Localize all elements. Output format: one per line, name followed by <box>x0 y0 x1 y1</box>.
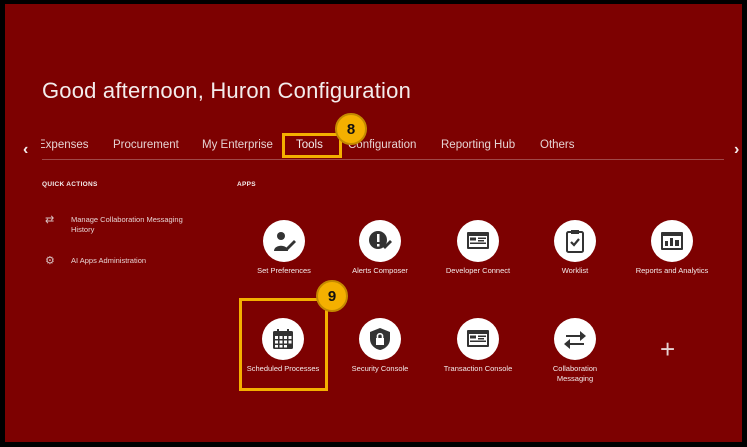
app-label: Worklist <box>561 266 589 275</box>
springboard: Good afternoon, Huron Configuration ‹ › … <box>5 4 742 442</box>
scheduled-processes-highlight-box <box>239 298 328 391</box>
app-reports-analytics[interactable]: Reports and Analytics <box>632 220 712 276</box>
app-transaction-console[interactable]: Transaction Console <box>438 318 518 374</box>
app-label: Set Preferences <box>257 266 311 275</box>
app-label: Transaction Console <box>443 364 513 373</box>
apps-title: APPS <box>237 181 256 188</box>
tab-others[interactable]: Others <box>540 139 575 151</box>
app-collaboration-messaging[interactable]: Collaboration Messaging <box>535 318 615 384</box>
tab-my-enterprise[interactable]: My Enterprise <box>202 139 273 151</box>
arrows-swap-icon <box>554 318 596 360</box>
step-callout-8: 8 <box>335 113 367 145</box>
tab-reporting-hub[interactable]: Reporting Hub <box>441 139 515 151</box>
alert-wrench-icon <box>359 220 401 262</box>
quick-actions-title: QUICK ACTIONS <box>42 181 98 188</box>
tab-expenses[interactable]: Expenses <box>41 139 89 151</box>
arrows-swap-icon: ⇄ <box>45 214 55 226</box>
transaction-screen-icon <box>457 318 499 360</box>
quick-action-label: AI Apps Administration <box>71 256 147 265</box>
screenshot-frame: Good afternoon, Huron Configuration ‹ › … <box>0 0 747 447</box>
greeting-heading: Good afternoon, Huron Configuration <box>42 78 412 103</box>
scroll-left-icon[interactable]: ‹ <box>23 141 28 159</box>
app-alerts-composer[interactable]: Alerts Composer <box>340 220 420 276</box>
quick-action-manage-collaboration[interactable]: ⇄ Manage Collaboration Messaging History <box>45 215 201 235</box>
app-developer-connect[interactable]: Developer Connect <box>438 220 518 276</box>
report-chart-icon <box>651 220 693 262</box>
step-callout-9: 9 <box>316 280 348 312</box>
shield-lock-icon <box>359 318 401 360</box>
quick-action-ai-apps[interactable]: ⚙ AI Apps Administration <box>45 256 146 268</box>
app-worklist[interactable]: Worklist <box>535 220 615 276</box>
app-label: Alerts Composer <box>352 266 408 275</box>
app-label: Developer Connect <box>445 266 511 275</box>
developer-screen-icon <box>457 220 499 262</box>
gears-icon: ⚙ <box>45 255 55 267</box>
clipboard-check-icon <box>554 220 596 262</box>
scroll-right-icon[interactable]: › <box>734 141 739 159</box>
app-set-preferences[interactable]: Set Preferences <box>244 220 324 276</box>
add-app-icon[interactable]: + <box>660 334 675 365</box>
app-label: Security Console <box>351 364 409 373</box>
tools-highlight-box <box>282 133 342 158</box>
tab-divider <box>42 159 724 160</box>
tab-procurement[interactable]: Procurement <box>113 139 179 151</box>
person-edit-icon <box>263 220 305 262</box>
app-label: Collaboration Messaging <box>552 364 598 383</box>
app-label: Reports and Analytics <box>635 266 709 275</box>
app-security-console[interactable]: Security Console <box>340 318 420 374</box>
quick-action-label: Manage Collaboration Messaging History <box>71 215 183 234</box>
